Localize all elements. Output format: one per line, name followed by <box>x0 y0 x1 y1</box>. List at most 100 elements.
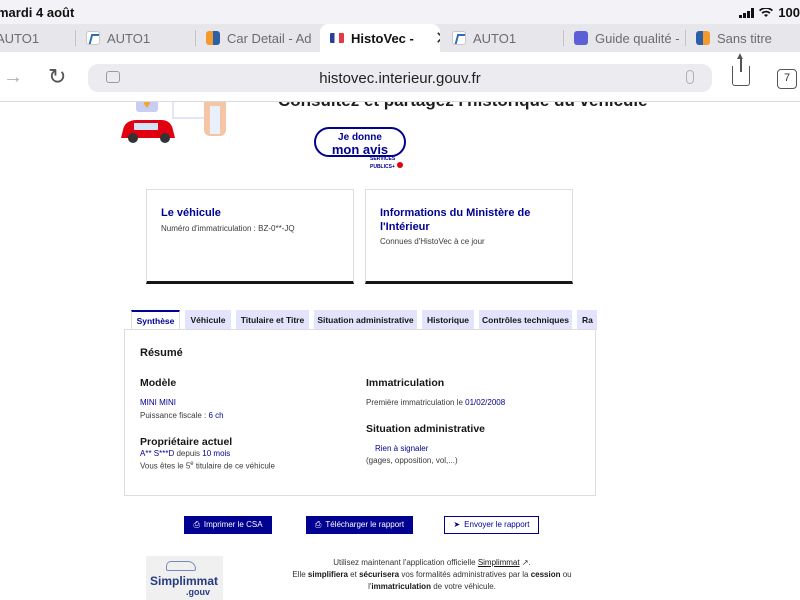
tab-titulaire-et-titre[interactable]: Titulaire et Titre <box>236 310 309 330</box>
close-tab-icon[interactable]: ✕ <box>435 28 440 49</box>
summary-heading: Résumé <box>140 347 183 359</box>
vehicle-card[interactable]: Le véhicule Numéro d'immatriculation : B… <box>146 189 354 284</box>
simplimmat-logo-gouv: .gouv <box>186 587 210 597</box>
ministry-card[interactable]: Informations du Ministère de l'Intérieur… <box>365 189 573 284</box>
promo-text: de votre véhicule. <box>430 582 496 591</box>
browser-tab[interactable]: Sans titre <box>686 24 800 52</box>
print-csa-label: Imprimer le CSA <box>203 520 263 529</box>
send-icon: ➤ <box>453 520 461 529</box>
ministry-card-subtitle: Connues d'HistoVec à ce jour <box>380 237 485 246</box>
registration-number: Numéro d'immatriculation : BZ-0**-JQ <box>161 224 295 233</box>
modele-heading: Modèle <box>140 377 177 389</box>
tab-label: AUTO1 <box>0 30 40 46</box>
services-publics-logo: SERVICES PUBLICS+ <box>370 157 404 170</box>
browser-tab[interactable]: AUTO1 <box>76 24 196 52</box>
first-registration: Première immatriculation le 01/02/2008 <box>366 398 505 407</box>
browser-tab[interactable]: Guide qualité - <box>564 24 686 52</box>
url-text: histovec.interieur.gouv.fr <box>319 70 481 87</box>
download-report-label: Télécharger le rapport <box>325 520 405 529</box>
avis-line2: mon avis <box>331 142 389 157</box>
send-report-button[interactable]: ➤ Envoyer le rapport <box>444 516 539 534</box>
browser-tab[interactable]: Car Detail - Ad <box>196 24 320 52</box>
modele-value: MINI MINI <box>140 398 176 407</box>
auto1-favicon-icon <box>86 31 100 45</box>
services-publics-text: SERVICES PUBLICS+ <box>370 156 396 170</box>
situation-heading: Situation administrative <box>366 423 486 435</box>
simplimmat-link[interactable]: Simplimmat <box>478 558 520 567</box>
promo-bold: simplifiera <box>307 570 348 579</box>
microphone-icon[interactable] <box>686 70 694 84</box>
first-registration-label: Première immatriculation le <box>366 398 466 407</box>
vehicle-history-illustration <box>121 102 226 143</box>
tab-label: Car Detail - Ad <box>227 30 312 46</box>
owner-since-label: depuis <box>174 449 203 458</box>
simplimmat-promo-text: Utilisez maintenant l'application offici… <box>262 557 602 593</box>
printer-icon: ⎙ <box>193 520 200 529</box>
owner-name: A** S***D <box>140 449 175 458</box>
owner-since-value: 10 mois <box>202 449 231 458</box>
status-indicators: 100 <box>739 5 800 20</box>
status-bar: mardi 4 août 100 <box>0 0 800 24</box>
reload-icon[interactable]: ↻ <box>48 64 66 90</box>
owner-rank-suffix: titulaire de ce véhicule <box>193 461 275 471</box>
car-icon <box>166 561 196 571</box>
sanstitre-favicon-icon <box>696 31 710 45</box>
tab-label: HistoVec - <box>351 30 414 46</box>
browser-tab[interactable]: AUTO1 <box>0 24 76 52</box>
vehicle-tabs: Synthèse Véhicule Titulaire et Titre Sit… <box>131 310 597 330</box>
puissance-value: 6 ch <box>208 411 224 420</box>
page-title: Consultez et partagez l'historique du vé… <box>278 102 648 111</box>
auto1-favicon-icon <box>452 31 466 45</box>
first-registration-date: 01/02/2008 <box>465 398 506 407</box>
promo-bold: immatriculation <box>371 582 431 591</box>
tab-vehicule[interactable]: Véhicule <box>185 310 231 330</box>
tab-synthese[interactable]: Synthèse <box>131 310 180 330</box>
owner-line: A** S***D depuis 10 mois <box>140 449 230 458</box>
battery-percent: 100 <box>778 5 800 20</box>
tab-label: AUTO1 <box>473 30 517 46</box>
status-time: mardi 4 août <box>0 5 75 20</box>
tab-count-button[interactable]: 7 <box>777 69 797 89</box>
browser-tab-active[interactable]: HistoVec - ✕ <box>320 24 440 52</box>
share-icon[interactable] <box>732 51 750 86</box>
address-bar-area: → ↻ histovec.interieur.gouv.fr 7 <box>0 51 800 102</box>
promo-bold: cession <box>530 570 561 579</box>
tab-label: AUTO1 <box>107 30 151 46</box>
page-content: Consultez et partagez l'historique du vé… <box>0 102 800 600</box>
download-report-button[interactable]: ⎙ Télécharger le rapport <box>306 516 413 534</box>
ministry-card-title: Informations du Ministère de l'Intérieur <box>380 207 531 233</box>
immatriculation-heading: Immatriculation <box>366 377 445 389</box>
wifi-icon <box>759 7 774 17</box>
tab-rapport[interactable]: Ra <box>577 310 597 330</box>
guide-favicon-icon <box>574 31 588 45</box>
promo-line-3: l'immatriculation de votre véhicule. <box>262 581 602 593</box>
signal-icon <box>739 7 755 18</box>
promo-text: ou <box>560 570 572 579</box>
puissance-fiscale: Puissance fiscale : 6 ch <box>140 411 224 420</box>
je-donne-mon-avis-button[interactable]: Je donne mon avis <box>314 127 406 157</box>
tab-controles-techniques[interactable]: Contrôles techniques <box>479 310 572 330</box>
situation-detail: (gages, opposition, vol,...) <box>366 456 458 465</box>
browser-tab[interactable]: AUTO1 <box>442 24 564 52</box>
situation-status: Rien à signaler <box>375 444 429 453</box>
proprietaire-heading: Propriétaire actuel <box>140 436 233 448</box>
url-field[interactable]: histovec.interieur.gouv.fr <box>88 64 712 92</box>
promo-text: Utilisez maintenant l'application offici… <box>333 558 478 567</box>
promo-text: et <box>347 570 360 579</box>
tab-label: Sans titre <box>717 30 772 46</box>
forward-arrow-icon[interactable]: → <box>3 66 23 89</box>
print-csa-button[interactable]: ⎙ Imprimer le CSA <box>184 516 272 534</box>
simplimmat-logo-name: Simplimmat <box>150 574 219 588</box>
tab-situation-administrative[interactable]: Situation administrative <box>314 310 417 330</box>
browser-tab-bar: AUTO1 AUTO1 Car Detail - Ad HistoVec - ✕… <box>0 24 800 52</box>
send-report-label: Envoyer le rapport <box>464 520 530 529</box>
puissance-label: Puissance fiscale : <box>140 411 209 420</box>
promo-bold: sécurisera <box>359 570 400 579</box>
promo-line-1: Utilisez maintenant l'application offici… <box>262 557 602 569</box>
summary-panel: Résumé Modèle MINI MINI Puissance fiscal… <box>124 329 596 496</box>
tab-historique[interactable]: Historique <box>422 310 474 330</box>
printer-icon: ⎙ <box>314 520 322 529</box>
french-flag-favicon-icon <box>330 33 344 43</box>
promo-text: vos formalités administratives par la <box>399 570 531 579</box>
simplimmat-logo[interactable]: Simplimmat .gouv <box>146 556 223 600</box>
